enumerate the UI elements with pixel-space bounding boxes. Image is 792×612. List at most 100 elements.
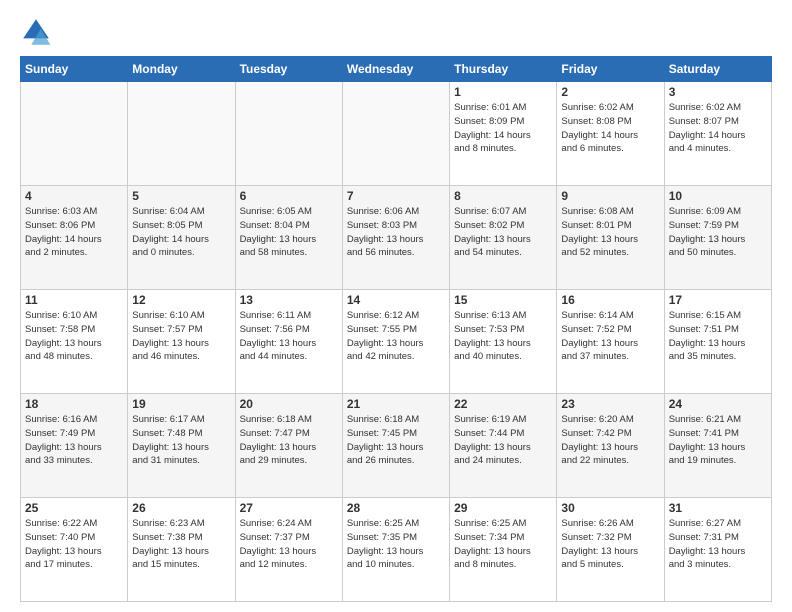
calendar-week-row: 11 Sunrise: 6:10 AMSunset: 7:58 PMDayligh… <box>21 290 772 394</box>
logo <box>20 16 56 48</box>
calendar-cell <box>235 82 342 186</box>
day-info: Sunrise: 6:18 AMSunset: 7:47 PMDaylight:… <box>240 413 338 468</box>
weekday-header-tuesday: Tuesday <box>235 57 342 82</box>
header <box>20 16 772 48</box>
calendar-cell: 4 Sunrise: 6:03 AMSunset: 8:06 PMDaylight… <box>21 186 128 290</box>
day-info: Sunrise: 6:09 AMSunset: 7:59 PMDaylight:… <box>669 205 767 260</box>
calendar-week-row: 4 Sunrise: 6:03 AMSunset: 8:06 PMDaylight… <box>21 186 772 290</box>
weekday-header-wednesday: Wednesday <box>342 57 449 82</box>
day-number: 19 <box>132 397 230 411</box>
day-info: Sunrise: 6:06 AMSunset: 8:03 PMDaylight:… <box>347 205 445 260</box>
logo-icon <box>20 16 52 48</box>
day-number: 9 <box>561 189 659 203</box>
day-number: 27 <box>240 501 338 515</box>
calendar-cell: 17Sunrise: 6:15 AMSunset: 7:51 PMDayligh… <box>664 290 771 394</box>
day-info: Sunrise: 6:12 AMSunset: 7:55 PMDaylight:… <box>347 309 445 364</box>
day-number: 20 <box>240 397 338 411</box>
day-number: 2 <box>561 85 659 99</box>
weekday-header-friday: Friday <box>557 57 664 82</box>
day-info: Sunrise: 6:05 AMSunset: 8:04 PMDaylight:… <box>240 205 338 260</box>
calendar-week-row: 18 Sunrise: 6:16 AMSunset: 7:49 PMDayligh… <box>21 394 772 498</box>
day-info: Sunrise: 6:18 AMSunset: 7:45 PMDaylight:… <box>347 413 445 468</box>
day-info: Sunrise: 6:24 AMSunset: 7:37 PMDaylight:… <box>240 517 338 572</box>
day-number: 23 <box>561 397 659 411</box>
calendar-cell: 25Sunrise: 6:22 AMSunset: 7:40 PMDayligh… <box>21 498 128 602</box>
calendar-cell: 8Sunrise: 6:07 AMSunset: 8:02 PMDaylight… <box>450 186 557 290</box>
day-info: Sunrise: 6:08 AMSunset: 8:01 PMDaylight:… <box>561 205 659 260</box>
calendar-cell: 28 Sunrise: 6:25 AMSunset: 7:35 PMDayligh… <box>342 498 449 602</box>
day-info: Sunrise: 6:17 AMSunset: 7:48 PMDaylight:… <box>132 413 230 468</box>
day-number: 7 <box>347 189 445 203</box>
calendar-cell: 23 Sunrise: 6:20 AMSunset: 7:42 PMDayligh… <box>557 394 664 498</box>
calendar-cell: 18 Sunrise: 6:16 AMSunset: 7:49 PMDayligh… <box>21 394 128 498</box>
calendar-cell: 2Sunrise: 6:02 AMSunset: 8:08 PMDaylight… <box>557 82 664 186</box>
weekday-header-saturday: Saturday <box>664 57 771 82</box>
calendar-cell <box>342 82 449 186</box>
day-number: 6 <box>240 189 338 203</box>
calendar-cell <box>21 82 128 186</box>
calendar-cell: 14 Sunrise: 6:12 AMSunset: 7:55 PMDayligh… <box>342 290 449 394</box>
calendar-week-row: 1 Sunrise: 6:01 AMSunset: 8:09 PMDaylight… <box>21 82 772 186</box>
calendar-cell: 10 Sunrise: 6:09 AMSunset: 7:59 PMDayligh… <box>664 186 771 290</box>
day-number: 22 <box>454 397 552 411</box>
day-number: 25 <box>25 501 123 515</box>
calendar-cell: 7 Sunrise: 6:06 AMSunset: 8:03 PMDaylight… <box>342 186 449 290</box>
calendar-cell: 20 Sunrise: 6:18 AMSunset: 7:47 PMDayligh… <box>235 394 342 498</box>
calendar-cell: 6 Sunrise: 6:05 AMSunset: 8:04 PMDaylight… <box>235 186 342 290</box>
day-info: Sunrise: 6:01 AMSunset: 8:09 PMDaylight:… <box>454 101 552 156</box>
calendar-cell: 30Sunrise: 6:26 AMSunset: 7:32 PMDayligh… <box>557 498 664 602</box>
day-number: 11 <box>25 293 123 307</box>
calendar-cell <box>128 82 235 186</box>
calendar-cell: 15Sunrise: 6:13 AMSunset: 7:53 PMDayligh… <box>450 290 557 394</box>
day-info: Sunrise: 6:03 AMSunset: 8:06 PMDaylight:… <box>25 205 123 260</box>
day-info: Sunrise: 6:25 AMSunset: 7:35 PMDaylight:… <box>347 517 445 572</box>
weekday-header-monday: Monday <box>128 57 235 82</box>
day-info: Sunrise: 6:02 AMSunset: 8:07 PMDaylight:… <box>669 101 767 156</box>
calendar-cell: 13 Sunrise: 6:11 AMSunset: 7:56 PMDayligh… <box>235 290 342 394</box>
weekday-header-thursday: Thursday <box>450 57 557 82</box>
day-info: Sunrise: 6:10 AMSunset: 7:57 PMDaylight:… <box>132 309 230 364</box>
calendar-table: SundayMondayTuesdayWednesdayThursdayFrid… <box>20 56 772 602</box>
calendar-cell: 5Sunrise: 6:04 AMSunset: 8:05 PMDaylight… <box>128 186 235 290</box>
day-number: 28 <box>347 501 445 515</box>
day-number: 13 <box>240 293 338 307</box>
calendar-cell: 24 Sunrise: 6:21 AMSunset: 7:41 PMDayligh… <box>664 394 771 498</box>
day-number: 14 <box>347 293 445 307</box>
day-number: 4 <box>25 189 123 203</box>
calendar-cell: 31 Sunrise: 6:27 AMSunset: 7:31 PMDayligh… <box>664 498 771 602</box>
day-number: 16 <box>561 293 659 307</box>
calendar-cell: 3 Sunrise: 6:02 AMSunset: 8:07 PMDaylight… <box>664 82 771 186</box>
day-info: Sunrise: 6:10 AMSunset: 7:58 PMDaylight:… <box>25 309 123 364</box>
calendar-cell: 19 Sunrise: 6:17 AMSunset: 7:48 PMDayligh… <box>128 394 235 498</box>
weekday-header-row: SundayMondayTuesdayWednesdayThursdayFrid… <box>21 57 772 82</box>
day-info: Sunrise: 6:14 AMSunset: 7:52 PMDaylight:… <box>561 309 659 364</box>
day-number: 31 <box>669 501 767 515</box>
day-number: 29 <box>454 501 552 515</box>
day-info: Sunrise: 6:20 AMSunset: 7:42 PMDaylight:… <box>561 413 659 468</box>
calendar-cell: 16 Sunrise: 6:14 AMSunset: 7:52 PMDayligh… <box>557 290 664 394</box>
weekday-header-sunday: Sunday <box>21 57 128 82</box>
day-info: Sunrise: 6:25 AMSunset: 7:34 PMDaylight:… <box>454 517 552 572</box>
day-info: Sunrise: 6:19 AMSunset: 7:44 PMDaylight:… <box>454 413 552 468</box>
day-number: 5 <box>132 189 230 203</box>
day-number: 21 <box>347 397 445 411</box>
calendar-cell: 1 Sunrise: 6:01 AMSunset: 8:09 PMDaylight… <box>450 82 557 186</box>
day-info: Sunrise: 6:11 AMSunset: 7:56 PMDaylight:… <box>240 309 338 364</box>
calendar-cell: 21 Sunrise: 6:18 AMSunset: 7:45 PMDayligh… <box>342 394 449 498</box>
day-info: Sunrise: 6:07 AMSunset: 8:02 PMDaylight:… <box>454 205 552 260</box>
day-number: 24 <box>669 397 767 411</box>
day-number: 1 <box>454 85 552 99</box>
day-number: 3 <box>669 85 767 99</box>
day-info: Sunrise: 6:21 AMSunset: 7:41 PMDaylight:… <box>669 413 767 468</box>
day-number: 18 <box>25 397 123 411</box>
day-info: Sunrise: 6:13 AMSunset: 7:53 PMDaylight:… <box>454 309 552 364</box>
day-number: 12 <box>132 293 230 307</box>
calendar-cell: 11 Sunrise: 6:10 AMSunset: 7:58 PMDayligh… <box>21 290 128 394</box>
day-info: Sunrise: 6:16 AMSunset: 7:49 PMDaylight:… <box>25 413 123 468</box>
calendar-cell: 29 Sunrise: 6:25 AMSunset: 7:34 PMDayligh… <box>450 498 557 602</box>
day-info: Sunrise: 6:27 AMSunset: 7:31 PMDaylight:… <box>669 517 767 572</box>
day-info: Sunrise: 6:15 AMSunset: 7:51 PMDaylight:… <box>669 309 767 364</box>
day-info: Sunrise: 6:23 AMSunset: 7:38 PMDaylight:… <box>132 517 230 572</box>
day-number: 10 <box>669 189 767 203</box>
day-number: 26 <box>132 501 230 515</box>
